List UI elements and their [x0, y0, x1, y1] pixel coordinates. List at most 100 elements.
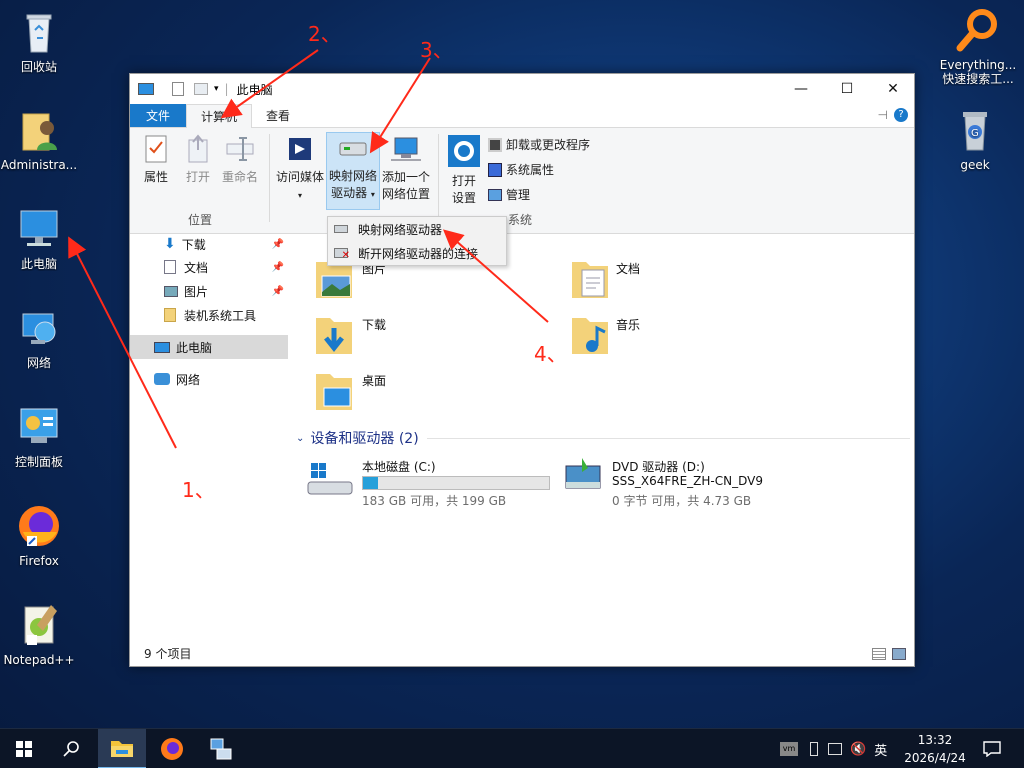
drive-usage-fill — [363, 477, 378, 489]
nav-item-label: 文档 — [184, 260, 209, 275]
desktop-icon-geek[interactable]: G geek — [936, 106, 1014, 172]
location-group-label: 位置 — [188, 213, 213, 227]
content-pane: 图片 文档 下载 音乐 桌面 ⌄ 设备和驱动器 (2) 本地磁盘 (C:) 18… — [290, 234, 914, 654]
dvd-drive-icon — [565, 458, 601, 489]
music-folder-icon — [572, 318, 608, 354]
desktop-icon-label: Administra... — [0, 158, 78, 172]
qat-properties-icon[interactable] — [172, 82, 184, 96]
menu-item-disconnect-drive[interactable]: ✕ 断开网络驱动器的连接 — [328, 241, 506, 265]
uninstall-icon — [488, 137, 502, 152]
drive-free-space: 0 字节 可用，共 4.73 GB — [612, 494, 752, 508]
svg-text:G: G — [971, 128, 979, 139]
manage-label: 管理 — [506, 188, 531, 202]
desktop-icon-control-panel[interactable]: 控制面板 — [0, 403, 78, 469]
volume-muted-icon[interactable]: 🔇 — [850, 742, 866, 757]
ime-indicator[interactable]: 英 — [874, 740, 887, 759]
devices-section-header[interactable]: ⌄ 设备和驱动器 (2) — [296, 428, 910, 448]
menu-item-map-drive[interactable]: 映射网络驱动器 — [328, 217, 506, 241]
map-drive-small-icon — [334, 225, 348, 233]
clock[interactable]: 13:32 2026/4/24 — [900, 731, 970, 767]
window-pc-icon — [138, 83, 154, 95]
ribbon: 属性 打开 重命名 位置 访问媒体 ▾ 映射网络 驱动器 ▾ 添加一个 网络位置 — [130, 128, 914, 234]
drive-volume-label: SSS_X64FRE_ZH-CN_DV9 — [612, 474, 763, 488]
annotation-label-4: 4、 — [534, 342, 567, 366]
folder-item-desktop[interactable]: 桌面 — [314, 370, 434, 414]
help-icon[interactable]: ? — [894, 108, 908, 122]
details-view-icon[interactable] — [872, 648, 886, 660]
menu-item-label: 断开网络驱动器的连接 — [358, 246, 479, 261]
windows-logo-icon — [16, 741, 32, 757]
open-settings-button[interactable]: 打开 设置 — [444, 134, 484, 207]
add-location-label-line2: 网络位置 — [381, 187, 430, 201]
uninstall-program-button[interactable]: 卸载或更改程序 — [488, 136, 590, 153]
taskbar-file-explorer[interactable] — [98, 729, 146, 768]
geek-uninstaller-icon: G — [951, 106, 999, 154]
navigation-pane: ⬇ 下载 📌 文档 📌 图片 📌 装机系统工具 此电脑 网络 — [130, 234, 288, 654]
manage-button[interactable]: 管理 — [488, 186, 530, 203]
desktop-icon-everything[interactable]: Everything... 快速搜索工... — [936, 6, 1020, 86]
access-media-dropdown-icon: ▾ — [297, 191, 302, 200]
drive-item-c[interactable]: 本地磁盘 (C:) 183 GB 可用，共 199 GB — [306, 456, 556, 508]
access-media-label: 访问媒体 — [275, 170, 324, 184]
usb-device-icon[interactable] — [810, 742, 818, 756]
taskbar-network-tool[interactable] — [196, 729, 244, 768]
desktop-icon-this-pc[interactable]: 此电脑 — [0, 205, 78, 271]
close-button[interactable]: ✕ — [870, 74, 916, 104]
access-media-button[interactable]: 访问媒体 ▾ — [273, 134, 327, 204]
ribbon-tabs: 文件 计算机 查看 ⊣ ? — [130, 104, 914, 128]
window-title: 此电脑 — [236, 82, 273, 97]
add-network-location-button[interactable]: 添加一个 网络位置 — [380, 134, 432, 203]
system-properties-button[interactable]: 系统属性 — [488, 161, 554, 178]
folder-item-documents[interactable]: 文档 — [570, 258, 690, 302]
pin-icon: 📌 — [271, 285, 284, 297]
drive-free-space: 183 GB 可用，共 199 GB — [362, 494, 507, 508]
chevron-down-icon: ⌄ — [296, 432, 305, 444]
nav-item-pictures[interactable]: 图片 📌 — [130, 279, 288, 303]
tab-file[interactable]: 文件 — [130, 104, 186, 127]
taskbar-firefox[interactable] — [148, 729, 196, 768]
desktop-icon-recycle-bin[interactable]: 回收站 — [0, 8, 78, 74]
clock-date: 2026/4/24 — [904, 751, 966, 765]
desktop-icon-notepadpp[interactable]: Notepad++ — [0, 601, 78, 667]
desktop-icon-administrator[interactable]: Administra... — [0, 106, 78, 172]
downloads-folder-icon — [316, 318, 352, 354]
properties-button[interactable]: 属性 — [138, 134, 174, 186]
maximize-button[interactable]: ☐ — [824, 74, 870, 104]
annotation-label-1: 1、 — [182, 478, 215, 502]
control-panel-icon — [15, 403, 63, 451]
explorer-window: ▾ | 此电脑 — ☐ ✕ 文件 计算机 查看 ⊣ ? 属性 打开 重命名 位置… — [129, 73, 915, 667]
start-button[interactable] — [0, 729, 48, 768]
rename-label: 重命名 — [221, 170, 258, 184]
nav-item-label: 下载 — [181, 237, 206, 252]
pin-ribbon-icon[interactable]: ⊣ — [878, 108, 888, 122]
network-status-icon[interactable] — [828, 743, 842, 755]
qat-dropdown-icon[interactable]: ▾ — [214, 84, 219, 94]
qat-new-folder-icon[interactable] — [194, 83, 208, 95]
desktop-icon-network[interactable]: 网络 — [0, 304, 78, 370]
nav-item-tools[interactable]: 装机系统工具 — [130, 303, 288, 327]
document-icon — [164, 260, 176, 274]
desktop-icon-firefox[interactable]: Firefox — [0, 502, 78, 568]
vm-tools-icon[interactable]: vm — [780, 742, 798, 756]
search-button[interactable] — [48, 729, 96, 768]
folder-item-downloads[interactable]: 下载 — [314, 314, 434, 358]
tab-computer[interactable]: 计算机 — [186, 104, 253, 128]
nav-item-this-pc[interactable]: 此电脑 — [130, 335, 288, 359]
pc-icon — [154, 341, 170, 353]
recycle-bin-icon — [15, 8, 63, 56]
nav-item-documents[interactable]: 文档 📌 — [130, 255, 288, 279]
minimize-button[interactable]: — — [778, 74, 824, 104]
map-drive-button[interactable]: 映射网络 驱动器 ▾ — [326, 132, 380, 210]
status-bar-count: 9 个项目 — [144, 646, 192, 661]
tab-view[interactable]: 查看 — [252, 104, 304, 127]
drive-item-d[interactable]: DVD 驱动器 (D:) SSS_X64FRE_ZH-CN_DV9 0 字节 可… — [562, 456, 842, 508]
nav-item-downloads[interactable]: ⬇ 下载 📌 — [130, 232, 288, 256]
action-center-button[interactable] — [968, 729, 1016, 768]
drive-name: DVD 驱动器 (D:) — [612, 460, 705, 474]
nav-item-network[interactable]: 网络 — [130, 367, 288, 391]
desktop-icon-label: 回收站 — [20, 60, 57, 74]
desktop-icon-label: 控制面板 — [14, 455, 63, 469]
folder-item-music[interactable]: 音乐 — [570, 314, 690, 358]
large-icons-view-icon[interactable] — [892, 648, 906, 660]
annotation-label-2: 2、 — [308, 22, 341, 46]
